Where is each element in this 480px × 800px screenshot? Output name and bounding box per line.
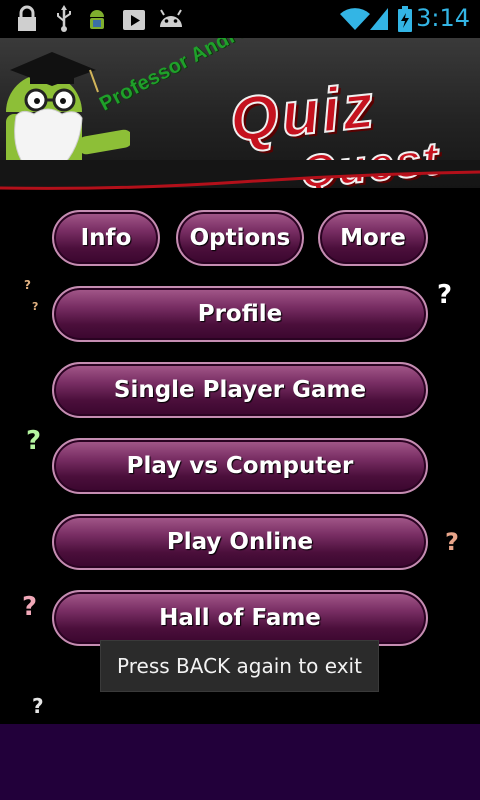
signal-icon bbox=[368, 5, 390, 33]
floating-question-mark: ? bbox=[32, 694, 44, 718]
lock-icon bbox=[14, 5, 40, 33]
banner-red-edge bbox=[0, 160, 480, 190]
profile-button[interactable]: Profile bbox=[52, 286, 428, 342]
battery-icon bbox=[396, 5, 414, 33]
single-player-game-button[interactable]: Single Player Game bbox=[52, 362, 428, 418]
status-time: 3:14 bbox=[416, 4, 470, 32]
floating-question-mark: ? bbox=[26, 426, 42, 456]
exit-toast: Press BACK again to exit bbox=[100, 640, 379, 692]
floating-question-mark: ? bbox=[437, 280, 453, 310]
hall-of-fame-button[interactable]: Hall of Fame bbox=[52, 590, 428, 646]
options-button[interactable]: Options bbox=[176, 210, 304, 266]
floating-question-mark: ? bbox=[32, 300, 39, 313]
wifi-icon bbox=[338, 5, 372, 33]
floating-question-mark: ? bbox=[445, 528, 459, 556]
bottom-bar bbox=[0, 724, 480, 800]
play-vs-computer-button[interactable]: Play vs Computer bbox=[52, 438, 428, 494]
floating-question-mark: ? bbox=[22, 592, 38, 622]
status-bar: 3:14 bbox=[0, 0, 480, 38]
info-button[interactable]: Info bbox=[52, 210, 160, 266]
floating-question-mark: ? bbox=[24, 278, 31, 292]
play-store-icon bbox=[120, 5, 148, 33]
android-bug-icon bbox=[84, 5, 110, 33]
more-button[interactable]: More bbox=[318, 210, 428, 266]
usb-icon bbox=[52, 5, 76, 33]
play-online-button[interactable]: Play Online bbox=[52, 514, 428, 570]
android-head-icon bbox=[156, 5, 186, 33]
